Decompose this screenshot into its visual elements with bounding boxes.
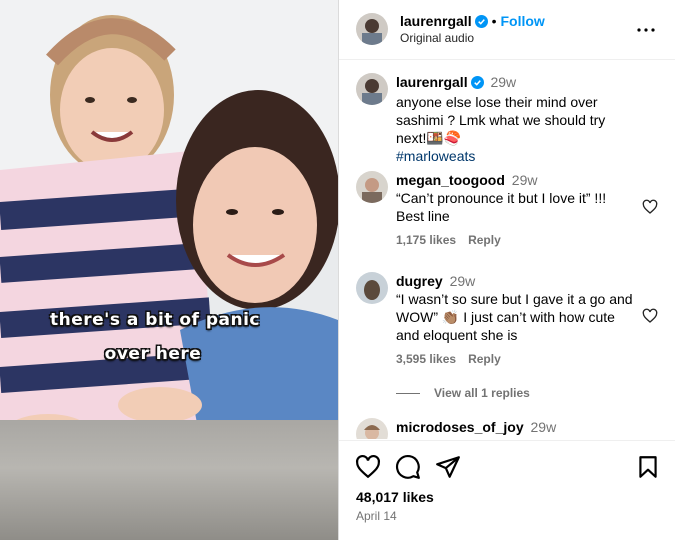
caption-time[interactable]: 29w [490,74,516,90]
comment-username[interactable]: megan_toogood [396,172,505,188]
view-replies-button[interactable]: View all 1 replies [396,386,530,400]
follow-button[interactable]: Follow [501,13,545,29]
author-username[interactable]: laurenrgall [400,13,472,29]
comment-time[interactable]: 29w [531,419,557,435]
commenter-avatar[interactable] [356,171,388,203]
share-icon[interactable] [435,454,461,480]
caption-username[interactable]: laurenrgall [396,74,468,90]
comment-username[interactable]: dugrey [396,273,443,289]
comment-like-icon[interactable] [642,308,658,324]
reply-button[interactable]: Reply [468,352,501,366]
separator-dot: • [491,13,497,29]
more-options-icon[interactable] [634,18,658,42]
caption-text: anyone else lose their mind over sashimi… [396,94,606,146]
post-side-panel: laurenrgall • Follow Original audio lauren… [338,0,675,540]
video-caption-line-1: there's a bit of panic [50,310,260,330]
bookmark-icon[interactable] [635,454,661,480]
comment-likes[interactable]: 3,595 likes [396,352,456,366]
comment-icon[interactable] [395,454,421,480]
commenter-avatar[interactable] [356,272,388,304]
reply-button[interactable]: Reply [468,233,501,247]
comment-like-icon[interactable] [642,199,658,215]
verified-icon [470,75,484,93]
caption-hashtag[interactable]: #marloweats [396,147,636,165]
caption-avatar[interactable] [356,73,388,105]
comments-list[interactable]: laurenrgall 29w anyone else lose their m… [339,61,675,439]
comment-text: “Can’t pronounce it but I love it” !!! B… [396,190,607,224]
post-header: laurenrgall • Follow Original audio [339,0,675,60]
heart-icon[interactable] [355,454,381,480]
post-actions: 48,017 likes April 14 [339,440,675,540]
video-frame [0,0,338,440]
comment-likes[interactable]: 1,175 likes [396,233,456,247]
audio-label[interactable]: Original audio [400,31,474,45]
commenter-avatar[interactable] [356,418,388,439]
comment-time[interactable]: 29w [512,172,538,188]
comment-time[interactable]: 29w [450,273,476,289]
countertop [0,420,338,540]
comment-username[interactable]: microdoses_of_joy [396,419,524,435]
author-avatar[interactable] [356,13,388,45]
like-count[interactable]: 48,017 likes [356,489,434,505]
verified-icon [474,15,488,33]
post-date[interactable]: April 14 [356,509,397,523]
comment-text: “I wasn’t so sure but I gave it a go and… [396,291,633,343]
post-media[interactable]: there's a bit of panic over here [0,0,338,540]
video-caption-line-2: over here [104,344,202,364]
